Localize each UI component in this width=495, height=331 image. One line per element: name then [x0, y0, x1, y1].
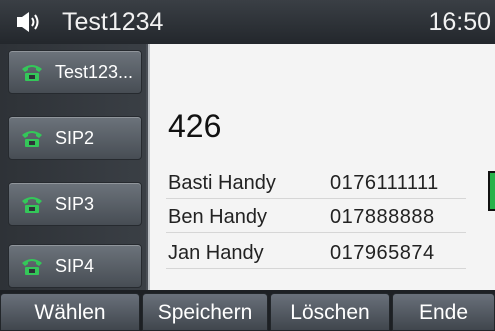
line-key-2[interactable]: SIP2 [8, 116, 142, 160]
clock: 16:50 [428, 8, 491, 36]
contact-number: 0176111111 [330, 172, 439, 194]
line-key-label: SIP2 [55, 128, 95, 148]
line-key-label: Test123... [55, 62, 134, 82]
dialed-number[interactable]: 426 [168, 106, 221, 146]
handset-icon [22, 197, 42, 213]
contact-number: 017888888 [330, 206, 435, 228]
contact-name: Basti Handy [168, 172, 276, 194]
line-key-label: SIP3 [55, 194, 95, 214]
line-key-3[interactable]: SIP3 [8, 182, 142, 226]
line-key-panel: Test123... SIP2 SIP3 SIP4 [0, 44, 146, 290]
contact-name: Jan Handy [168, 242, 264, 264]
search-result-row[interactable]: Jan Handy 017965874 [166, 238, 466, 269]
contact-name: Ben Handy [168, 206, 267, 228]
status-bar: Test1234 16:50 [0, 0, 495, 44]
dial-panel: 426 Basti Handy 0176111111 Ben Handy 017… [148, 44, 495, 290]
line-key-4[interactable]: SIP4 [8, 244, 142, 288]
line-key-1[interactable]: Test123... [8, 50, 142, 94]
speaker-icon [17, 12, 39, 32]
search-result-row[interactable]: Ben Handy 017888888 [166, 202, 466, 233]
end-softkey[interactable]: Ende [392, 293, 495, 331]
selection-indicator [488, 171, 495, 211]
handset-icon [22, 131, 42, 147]
delete-softkey[interactable]: Löschen [270, 293, 390, 331]
handset-icon [22, 259, 42, 275]
dial-softkey[interactable]: Wählen [0, 293, 140, 331]
handset-icon [22, 65, 42, 81]
save-softkey[interactable]: Speichern [142, 293, 268, 331]
phone-screen: Test1234 16:50 Test123... SIP2 SIP3 SIP4… [0, 0, 495, 331]
line-key-label: SIP4 [55, 256, 95, 276]
softkey-bar: Wählen Speichern Löschen Ende [0, 290, 495, 331]
search-result-row[interactable]: Basti Handy 0176111111 [166, 168, 466, 199]
account-title: Test1234 [62, 8, 164, 36]
contact-number: 017965874 [330, 242, 435, 264]
